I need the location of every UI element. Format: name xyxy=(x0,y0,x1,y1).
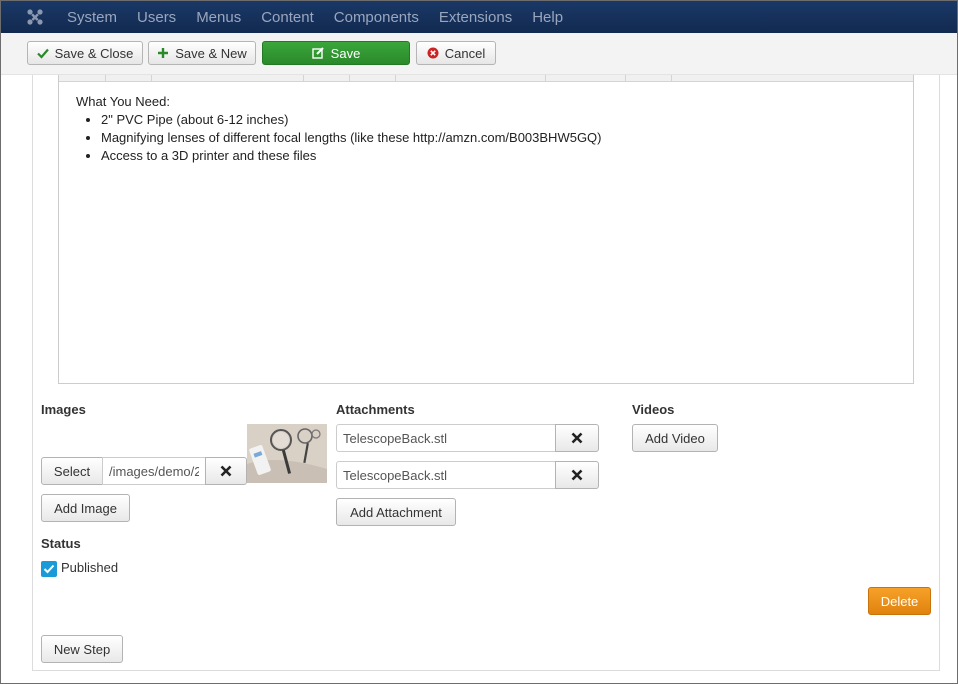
list-item: 2" PVC Pipe (about 6-12 inches) xyxy=(101,111,602,129)
image-path-input[interactable] xyxy=(102,457,206,485)
attachments-title: Attachments xyxy=(336,402,415,417)
attachment-file-input[interactable] xyxy=(336,461,556,489)
cancel-button[interactable]: Cancel xyxy=(416,41,496,65)
add-attachment-button[interactable]: Add Attachment xyxy=(336,498,456,526)
list-item: Access to a 3D printer and these files xyxy=(101,147,602,165)
save-button[interactable]: Save xyxy=(262,41,410,65)
add-image-label: Add Image xyxy=(54,500,117,516)
add-image-button[interactable]: Add Image xyxy=(41,494,130,522)
checkmark-icon xyxy=(43,564,55,574)
list-item: Magnifying lenses of different focal len… xyxy=(101,129,602,147)
save-close-button[interactable]: Save & Close xyxy=(27,41,143,65)
close-icon xyxy=(571,432,583,444)
editor-list: 2" PVC Pipe (about 6-12 inches) Magnifyi… xyxy=(76,111,602,165)
top-nav: System Users Menus Content Components Ex… xyxy=(1,1,957,33)
magnifier-photo-icon xyxy=(247,424,327,483)
editor-content: What You Need: 2" PVC Pipe (about 6-12 i… xyxy=(76,93,602,165)
add-video-button[interactable]: Add Video xyxy=(632,424,718,452)
cancel-label: Cancel xyxy=(444,45,486,61)
joomla-logo-icon[interactable] xyxy=(19,1,51,33)
save-new-label: Save & New xyxy=(175,45,247,61)
edit-icon xyxy=(311,47,324,59)
clear-image-button[interactable] xyxy=(205,457,247,485)
cancel-circle-icon xyxy=(427,47,439,59)
videos-title: Videos xyxy=(632,402,675,417)
menu-components[interactable]: Components xyxy=(334,9,419,26)
check-icon xyxy=(36,48,49,59)
new-step-button[interactable]: New Step xyxy=(41,635,123,663)
save-label: Save xyxy=(330,45,361,61)
menu-help[interactable]: Help xyxy=(532,9,563,26)
select-label: Select xyxy=(53,463,91,479)
save-new-button[interactable]: Save & New xyxy=(148,41,256,65)
editor-toolbar-strip xyxy=(59,75,913,82)
menu-extensions[interactable]: Extensions xyxy=(439,9,512,26)
remove-attachment-button[interactable] xyxy=(555,424,599,452)
menu-menus[interactable]: Menus xyxy=(196,9,241,26)
new-step-label: New Step xyxy=(53,641,111,657)
published-label: Published xyxy=(61,560,119,575)
rich-text-editor[interactable]: What You Need: 2" PVC Pipe (about 6-12 i… xyxy=(58,75,914,384)
add-attachment-label: Add Attachment xyxy=(350,504,442,520)
status-title: Status xyxy=(41,536,81,551)
delete-label: Delete xyxy=(880,593,919,609)
close-icon xyxy=(571,469,583,481)
image-thumbnail xyxy=(247,424,327,483)
editor-heading: What You Need: xyxy=(76,94,170,109)
plus-icon xyxy=(158,48,169,58)
published-checkbox[interactable] xyxy=(41,561,57,577)
images-title: Images xyxy=(41,402,86,417)
delete-button[interactable]: Delete xyxy=(868,587,931,615)
add-video-label: Add Video xyxy=(645,430,705,446)
attachment-file-input[interactable] xyxy=(336,424,556,452)
menu-users[interactable]: Users xyxy=(137,9,176,26)
select-image-button[interactable]: Select xyxy=(41,457,103,485)
save-close-label: Save & Close xyxy=(54,45,134,61)
menu-content[interactable]: Content xyxy=(261,9,314,26)
toolbar: Save & Close Save & New Save Cancel xyxy=(1,33,957,75)
close-icon xyxy=(220,465,232,477)
remove-attachment-button[interactable] xyxy=(555,461,599,489)
menu-system[interactable]: System xyxy=(67,9,117,26)
